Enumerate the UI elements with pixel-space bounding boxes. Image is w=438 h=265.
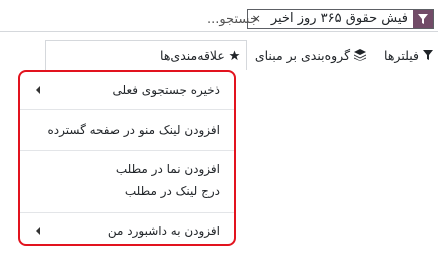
filters-label: فیلترها (384, 47, 419, 63)
save-current-search-label: ذخیره جستجوی فعلی (112, 83, 220, 97)
favorites-label: علاقه‌مندی‌ها (160, 48, 225, 63)
facet-label: فیش حقوق ۳۶۵ روز اخیر (270, 11, 408, 26)
filter-icon (413, 10, 433, 28)
add-menu-link-spreadsheet-item[interactable]: افزودن لینک منو در صفحه گسترده (28, 120, 220, 140)
menu-divider (20, 150, 234, 151)
insert-link-in-article-label: درج لینک در مطلب (124, 184, 220, 198)
filters-button[interactable]: فیلترها (374, 40, 438, 70)
layers-icon (354, 49, 367, 61)
caret-left-icon (36, 86, 40, 94)
caret-left-icon (36, 227, 40, 235)
favorites-dropdown: ذخیره جستجوی فعلی افزودن لینک منو در صفح… (18, 70, 236, 246)
add-view-to-article-label: افزودن نما در مطلب (115, 162, 220, 176)
insert-link-in-article-item[interactable]: درج لینک در مطلب (28, 181, 220, 201)
add-menu-link-spreadsheet-label: افزودن لینک منو در صفحه گسترده (47, 123, 220, 137)
add-to-my-dashboard-item[interactable]: افزودن به داشبورد من (28, 221, 220, 241)
favorites-button[interactable]: علاقه‌مندی‌ها (44, 40, 247, 70)
star-icon (229, 50, 240, 61)
groupby-button[interactable]: گروه‌بندی بر مبنای (247, 40, 374, 70)
menu-divider (20, 109, 234, 110)
menu-divider (20, 212, 234, 213)
search-facet: فیش حقوق ۳۶۵ روز اخیر × (246, 9, 434, 29)
filter-icon (423, 50, 433, 60)
search-input[interactable] (188, 9, 258, 29)
save-current-search-item[interactable]: ذخیره جستجوی فعلی (28, 80, 220, 100)
search-panel-toolbar: فیلترها گروه‌بندی بر مبنای علاقه‌مندی‌ها (44, 40, 438, 70)
groupby-label: گروه‌بندی بر مبنای (254, 47, 351, 63)
search-bar: فیش حقوق ۳۶۵ روز اخیر × (0, 7, 438, 32)
add-to-my-dashboard-label: افزودن به داشبورد من (107, 224, 220, 238)
add-view-to-article-item[interactable]: افزودن نما در مطلب (28, 159, 220, 179)
